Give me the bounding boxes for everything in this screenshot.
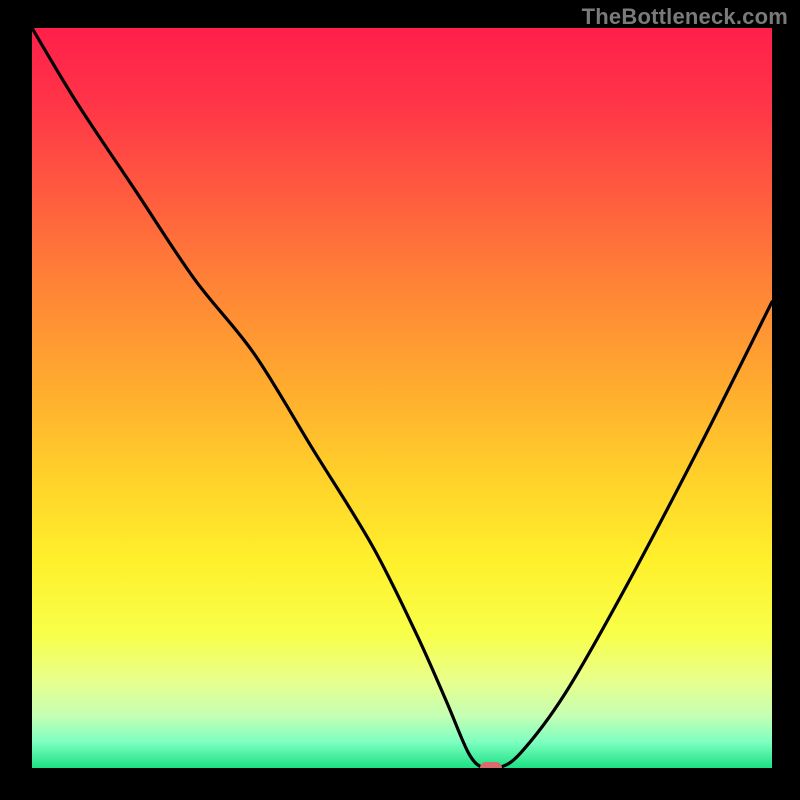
- bottleneck-curve: [32, 28, 772, 768]
- chart-frame: TheBottleneck.com: [0, 0, 800, 800]
- optimal-point-marker: [480, 762, 502, 768]
- plot-area: [32, 28, 772, 768]
- watermark-text: TheBottleneck.com: [582, 4, 788, 30]
